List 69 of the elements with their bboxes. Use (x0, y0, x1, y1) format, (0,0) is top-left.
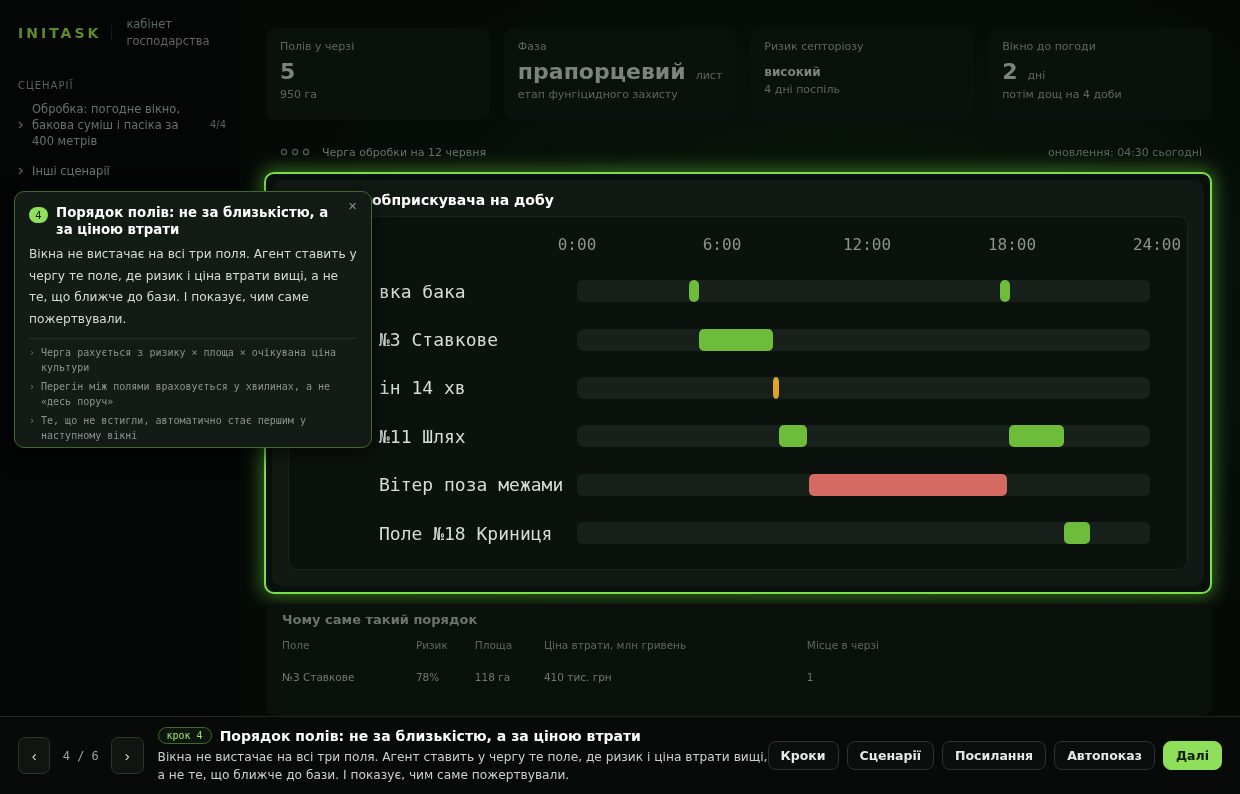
row-label: вка бака (379, 280, 466, 302)
stat-label: Фаза (517, 40, 548, 53)
column-header: Ризик (415, 635, 475, 663)
tour-button[interactable]: Сценарії (846, 741, 935, 770)
step-title: Порядок полів: не за близькістю, а за ціною втрати (219, 727, 641, 744)
axis-tick-label: 12:00 (842, 235, 892, 254)
table-title: Чому саме такий порядок (282, 612, 479, 627)
table-cell-text: 1 (806, 670, 815, 685)
item-count: 4/4 (209, 118, 226, 132)
section-label: СЦЕНАРІЇ (18, 80, 75, 91)
bullet-text: Те, що не встигли, автоматично стає першим у наступному вікні (41, 414, 307, 443)
axis-tick-label: 18:00 (987, 235, 1037, 254)
row-label: №3 Ставкове (379, 329, 499, 351)
chevron-icon (18, 121, 24, 129)
previous-button[interactable]: ‹ (18, 737, 51, 774)
step-description: Вікна не вистачає на всі три поля. Агент ставить у чергу те поле, де ризик і ціна втрати вищі, а не те, що ближче до бази. І показує, чим саме пожертвували. (157, 749, 768, 784)
table-cell: №3 Ставкове (282, 663, 416, 691)
stat-value: 2 (1002, 59, 1018, 84)
stat-value: прапорцевий (517, 59, 686, 84)
logo: INITASK (18, 25, 113, 41)
row-label: Поле №18 Криниця (379, 522, 553, 544)
column-header: Місце в черзі (806, 638, 880, 653)
stat-note: етап фунгіцидного захисту (517, 88, 679, 101)
stat-label: Вікно до погоди (1002, 40, 1097, 53)
stat-label: Ризик септоріозу (764, 40, 865, 53)
step-badge: крок 4 (157, 727, 212, 744)
axis-tick-label: 0:00 (557, 235, 597, 254)
column-header: Поле (282, 638, 311, 653)
bullet-text: Черга рахується з ризику × площа × очікувана ціна культури (41, 346, 338, 375)
stat-value: високий (764, 65, 821, 79)
bullet-mark: › (29, 346, 36, 360)
tooltip-text: Вікна не вистачає на всі три поля. Агент ставить у чергу те поле, де ризик і ціна втрати вищі, а не те, що ближче до бази. І показує, чим саме пожертвували. (29, 244, 357, 339)
table-cell: 78% (415, 663, 475, 691)
table-cell: 410 тис. грн (543, 663, 807, 691)
table-cell: 118 га (474, 663, 544, 691)
chart-title: обприскувача на добу (372, 192, 554, 208)
next-button[interactable]: › (111, 737, 144, 774)
step-counter: 4 / 6 (61, 748, 100, 763)
axis-tick-label: 6:00 (702, 235, 742, 254)
row-label: Вітер поза межами (379, 474, 564, 496)
bullet-text: Перегін між полями враховується у хвилинах, а не «десь поруч» (41, 380, 331, 409)
update-time: оновлення: 04:30 сьогодні (1048, 145, 1202, 159)
stat-note: 950 га (280, 88, 318, 101)
tour-button[interactable]: Автопоказ (1054, 741, 1155, 770)
stat-value: 5 (280, 59, 296, 84)
column-header: Площа (474, 638, 514, 653)
stat-unit: лист (695, 69, 723, 82)
stat-unit: дні (1027, 69, 1046, 82)
tour-button[interactable]: Посилання (942, 741, 1047, 770)
stat-label: Полів у черзі (280, 40, 356, 53)
sidebar-item[interactable]: Інші сценарії (32, 163, 226, 179)
tour-button[interactable]: Далі (1162, 741, 1222, 770)
status-dots-icon (280, 148, 310, 156)
bullet-mark: › (29, 414, 36, 428)
step-badge: 4 (29, 207, 48, 223)
tour-button[interactable]: Кроки (767, 741, 839, 770)
row-label: №11 Шлях (379, 425, 466, 447)
stat-note: потім дощ на 4 доби (1002, 88, 1123, 101)
bullet-mark: › (29, 380, 36, 394)
close-button[interactable]: × (348, 198, 357, 214)
row-label: ін 14 хв (379, 377, 466, 399)
column-header: Ціна втрати, млн гривень (543, 635, 807, 663)
sidebar-item[interactable]: Обробка: погодне вікно, бакова суміш і пасіка за 400 метрів (32, 101, 202, 149)
chevron-icon (18, 167, 24, 175)
axis-tick-label: 24:00 (1132, 235, 1182, 254)
queue-title: Черга обробки на 12 червня (322, 145, 488, 159)
brand-subtitle: кабінет господарства (126, 16, 211, 50)
stat-note: 4 дні поспіль (764, 83, 841, 96)
tooltip-title: Порядок полів: не за близькістю, а за ціною втрати (56, 204, 330, 238)
